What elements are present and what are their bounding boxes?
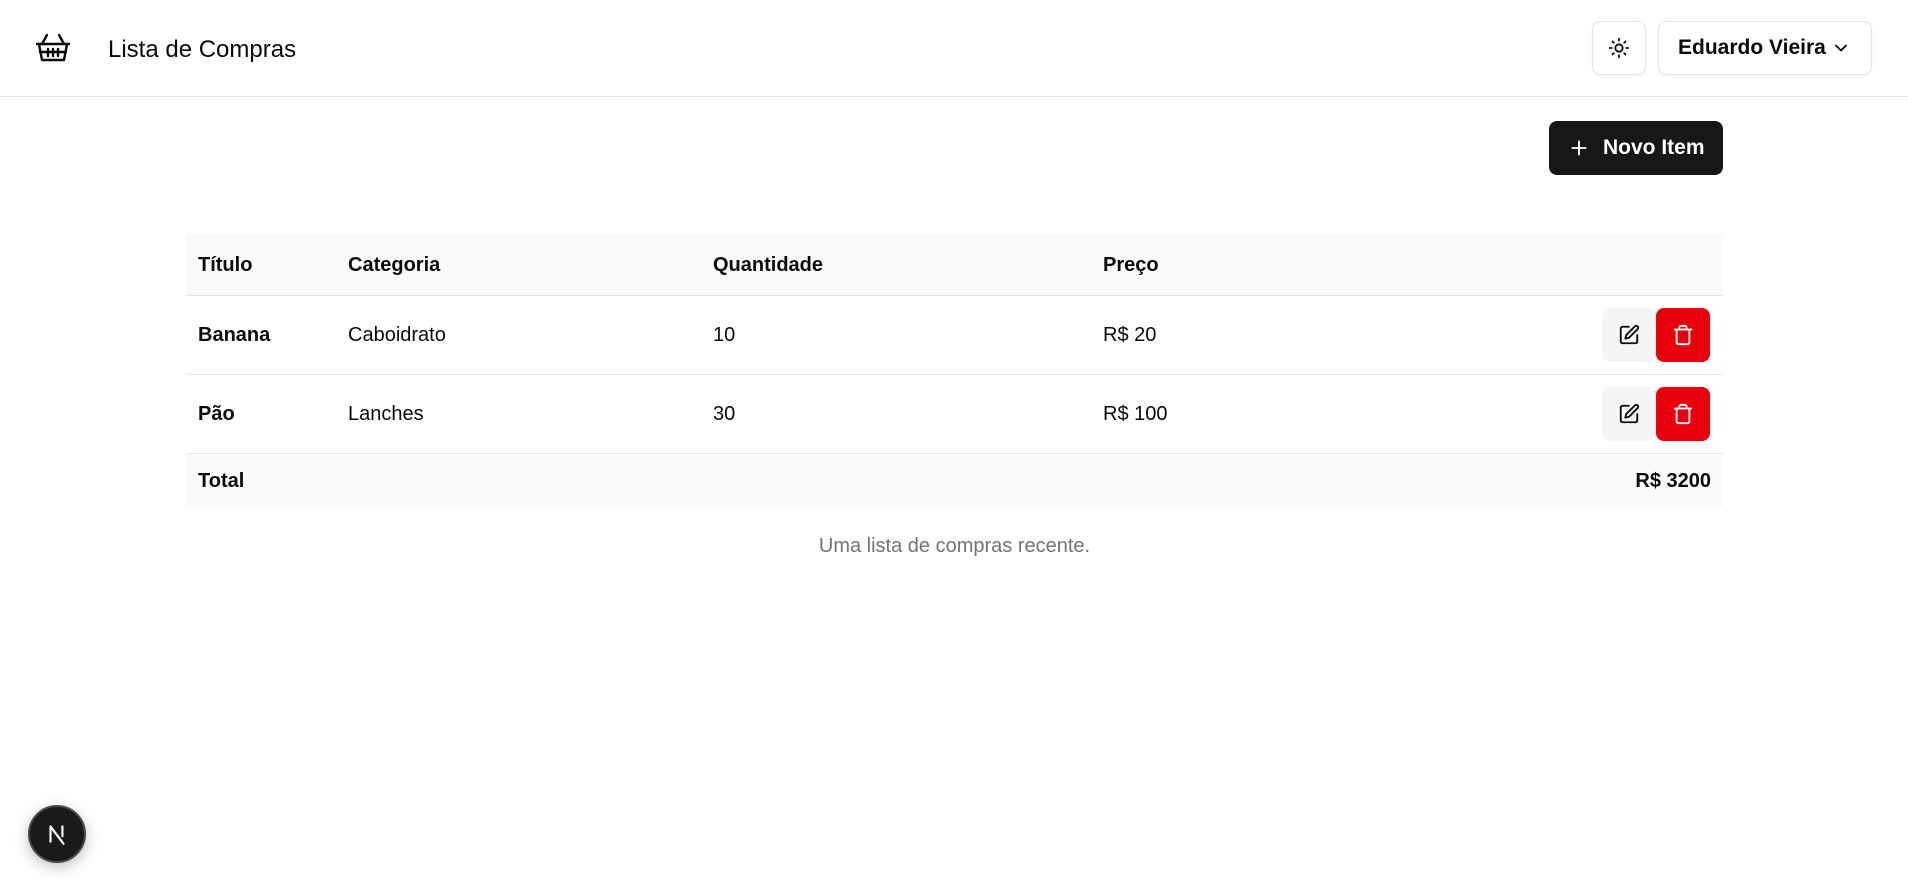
user-name: Eduardo Vieira: [1678, 36, 1826, 59]
edit-icon: [1618, 403, 1640, 425]
total-label: Total: [198, 470, 245, 492]
table-header: Título Categoria Quantidade Preço: [186, 234, 1723, 296]
item-category: Lanches: [348, 403, 424, 425]
item-title: Banana: [198, 324, 271, 346]
trash-icon: [1672, 403, 1694, 425]
table-row: Banana Caboidrato 10 R$ 20: [186, 296, 1723, 375]
item-price: R$ 100: [1103, 403, 1168, 425]
table-caption: Uma lista de compras recente.: [818, 535, 1091, 557]
column-header-titulo: Título: [198, 254, 253, 276]
item-quantity: 10: [713, 324, 736, 346]
delete-button[interactable]: [1656, 387, 1710, 441]
item-category: Caboidrato: [348, 324, 446, 346]
total-value: R$ 3200: [1635, 470, 1711, 492]
edit-button[interactable]: [1602, 387, 1656, 441]
item-price: R$ 20: [1103, 324, 1157, 346]
table-footer: Total R$ 3200: [186, 454, 1723, 507]
sun-icon: [1608, 37, 1630, 59]
new-item-label: Novo Item: [1603, 136, 1705, 159]
app-title: Lista de Compras: [108, 36, 297, 63]
user-menu-button[interactable]: Eduardo Vieira: [1658, 21, 1872, 75]
item-quantity: 30: [713, 403, 736, 425]
nextjs-dev-badge[interactable]: [28, 805, 86, 863]
shopping-basket-icon[interactable]: [35, 32, 71, 64]
column-header-categoria: Categoria: [348, 254, 441, 276]
delete-button[interactable]: [1656, 308, 1710, 362]
new-item-button[interactable]: Novo Item: [1549, 121, 1723, 175]
item-title: Pão: [198, 403, 235, 425]
edit-button[interactable]: [1602, 308, 1656, 362]
app-header: Lista de Compras Eduardo Vieira: [0, 0, 1908, 97]
edit-icon: [1618, 324, 1640, 346]
table-row: Pão Lanches 30 R$ 100: [186, 375, 1723, 454]
shopping-table: Título Categoria Quantidade Preço Banana…: [186, 234, 1723, 507]
nextjs-icon: [44, 821, 70, 847]
trash-icon: [1672, 324, 1694, 346]
column-header-quantidade: Quantidade: [713, 254, 824, 276]
theme-toggle-button[interactable]: [1592, 21, 1646, 75]
plus-icon: [1569, 138, 1589, 158]
column-header-preco: Preço: [1103, 254, 1159, 276]
chevron-down-icon: [1831, 38, 1851, 63]
